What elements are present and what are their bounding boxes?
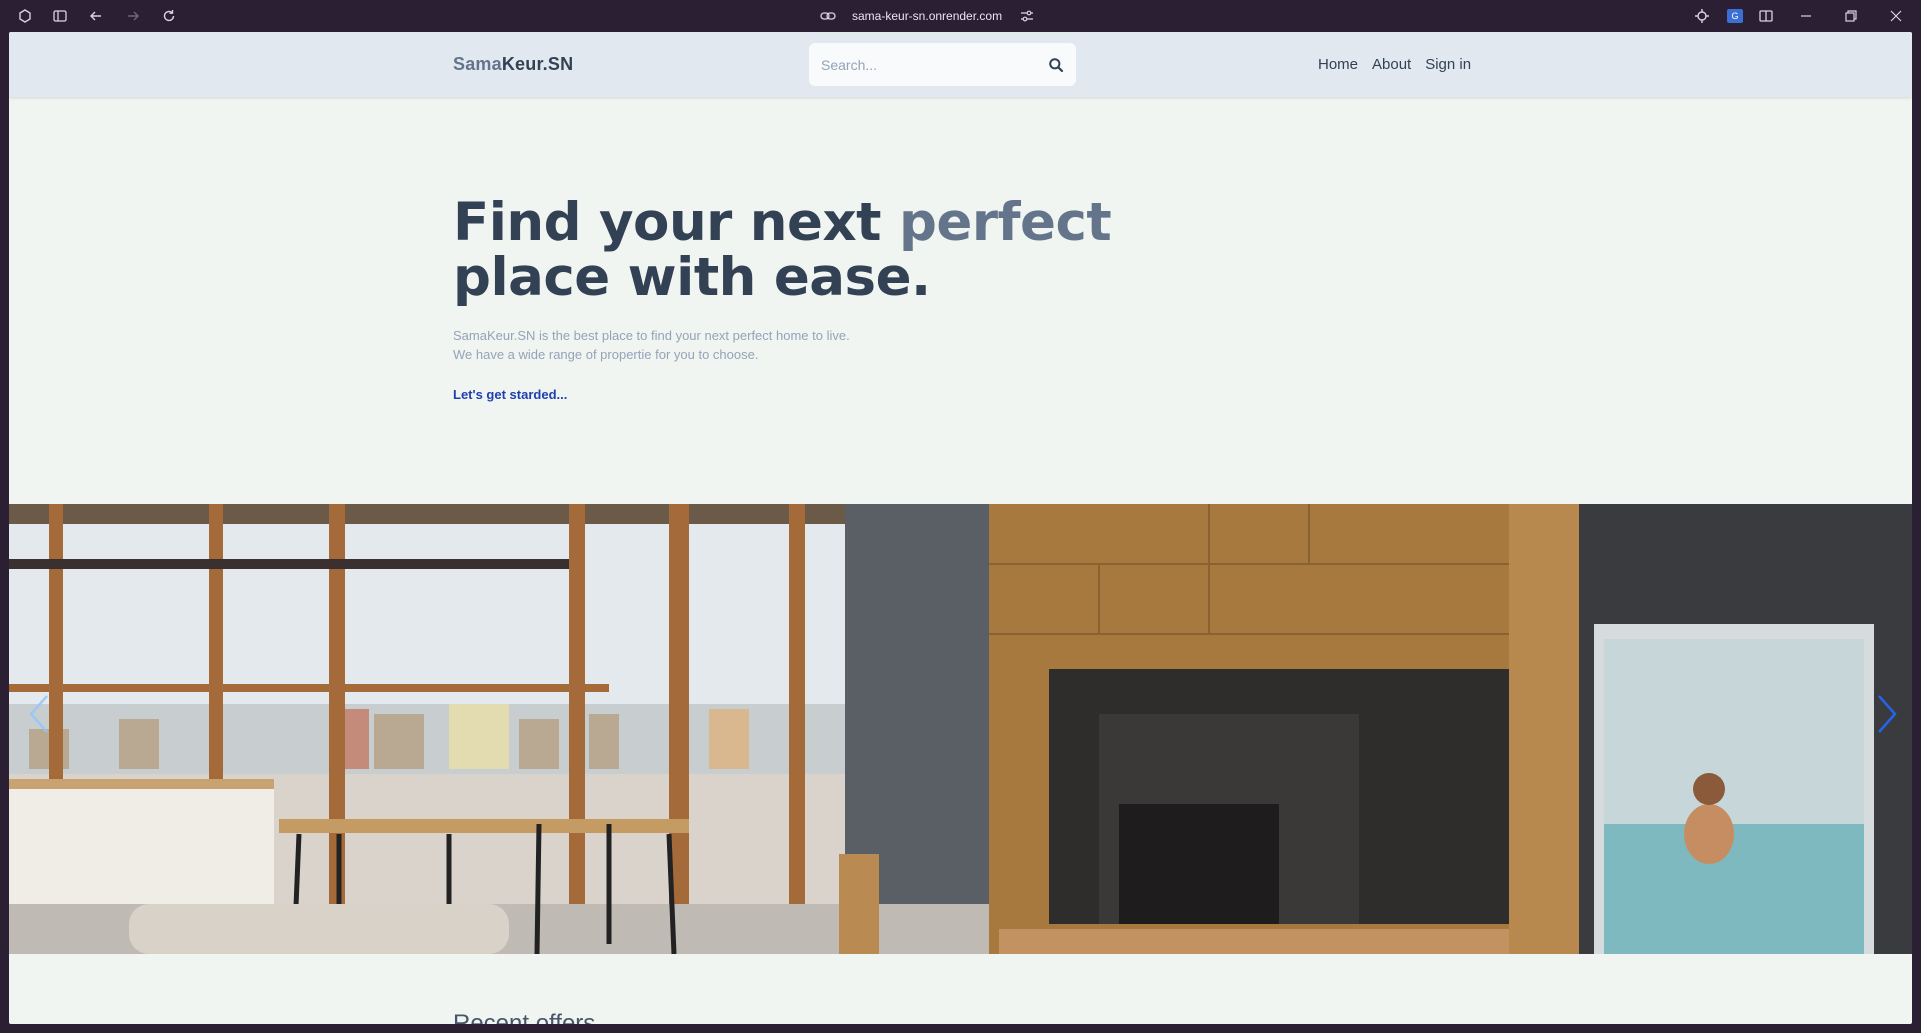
- search-icon[interactable]: [1048, 57, 1064, 73]
- address-bar[interactable]: sama-keur-sn.onrender.com: [820, 7, 1034, 25]
- site-header: SamaKeur.SN Home About Sign in: [9, 32, 1912, 97]
- translate-extension-icon[interactable]: G: [1725, 6, 1745, 26]
- carousel-prev-button[interactable]: [19, 684, 59, 744]
- extension-bug-icon[interactable]: [1692, 6, 1712, 26]
- page-viewport: SamaKeur.SN Home About Sign in Find your…: [9, 32, 1912, 1024]
- browser-titlebar: sama-keur-sn.onrender.com G: [0, 0, 1921, 32]
- chevron-left-icon: [29, 695, 48, 733]
- page-settings-icon[interactable]: [1020, 10, 1034, 22]
- carousel-next-button[interactable]: [1867, 684, 1907, 744]
- close-icon[interactable]: [1886, 6, 1906, 26]
- get-started-link[interactable]: Let's get starded...: [453, 387, 567, 402]
- hero-subtitle: SamaKeur.SN is the best place to find yo…: [453, 326, 953, 364]
- back-icon[interactable]: [86, 6, 106, 26]
- forward-icon[interactable]: [123, 6, 143, 26]
- site-info-icon[interactable]: [820, 10, 836, 22]
- minimize-icon[interactable]: [1796, 6, 1816, 26]
- restore-icon[interactable]: [1841, 6, 1861, 26]
- sidebar-toggle-icon[interactable]: [50, 6, 70, 26]
- nav-about[interactable]: About: [1372, 56, 1411, 73]
- chevron-right-icon: [1878, 695, 1897, 733]
- hero-title-accent: perfect: [898, 192, 1112, 253]
- logo-part-2: Keur.SN: [501, 54, 574, 74]
- nav-home[interactable]: Home: [1318, 56, 1358, 73]
- hero-title-start: Find your next: [453, 192, 899, 253]
- hero-title-line2: place with ease.: [453, 247, 931, 308]
- hero-subtitle-line2: We have a wide range of propertie for yo…: [453, 347, 759, 362]
- site-logo[interactable]: SamaKeur.SN: [453, 54, 573, 75]
- hero-carousel: [9, 504, 1912, 954]
- search-input[interactable]: [821, 56, 1041, 73]
- nav-sign-in[interactable]: Sign in: [1425, 56, 1471, 73]
- search-box: [809, 43, 1076, 86]
- recent-offers-title: Recent offers: [453, 1010, 596, 1024]
- browser-menu-icon[interactable]: [15, 6, 35, 26]
- carousel-image: [9, 504, 1912, 954]
- hero-title: Find your next perfect place with ease.: [453, 192, 1112, 308]
- url-text[interactable]: sama-keur-sn.onrender.com: [852, 9, 1002, 23]
- logo-part-1: Sama: [453, 54, 502, 74]
- reload-icon[interactable]: [159, 6, 179, 26]
- main-nav: Home About Sign in: [1318, 56, 1471, 73]
- hero-subtitle-line1: SamaKeur.SN is the best place to find yo…: [453, 328, 850, 343]
- split-view-icon[interactable]: [1756, 6, 1776, 26]
- translate-badge: G: [1727, 9, 1743, 23]
